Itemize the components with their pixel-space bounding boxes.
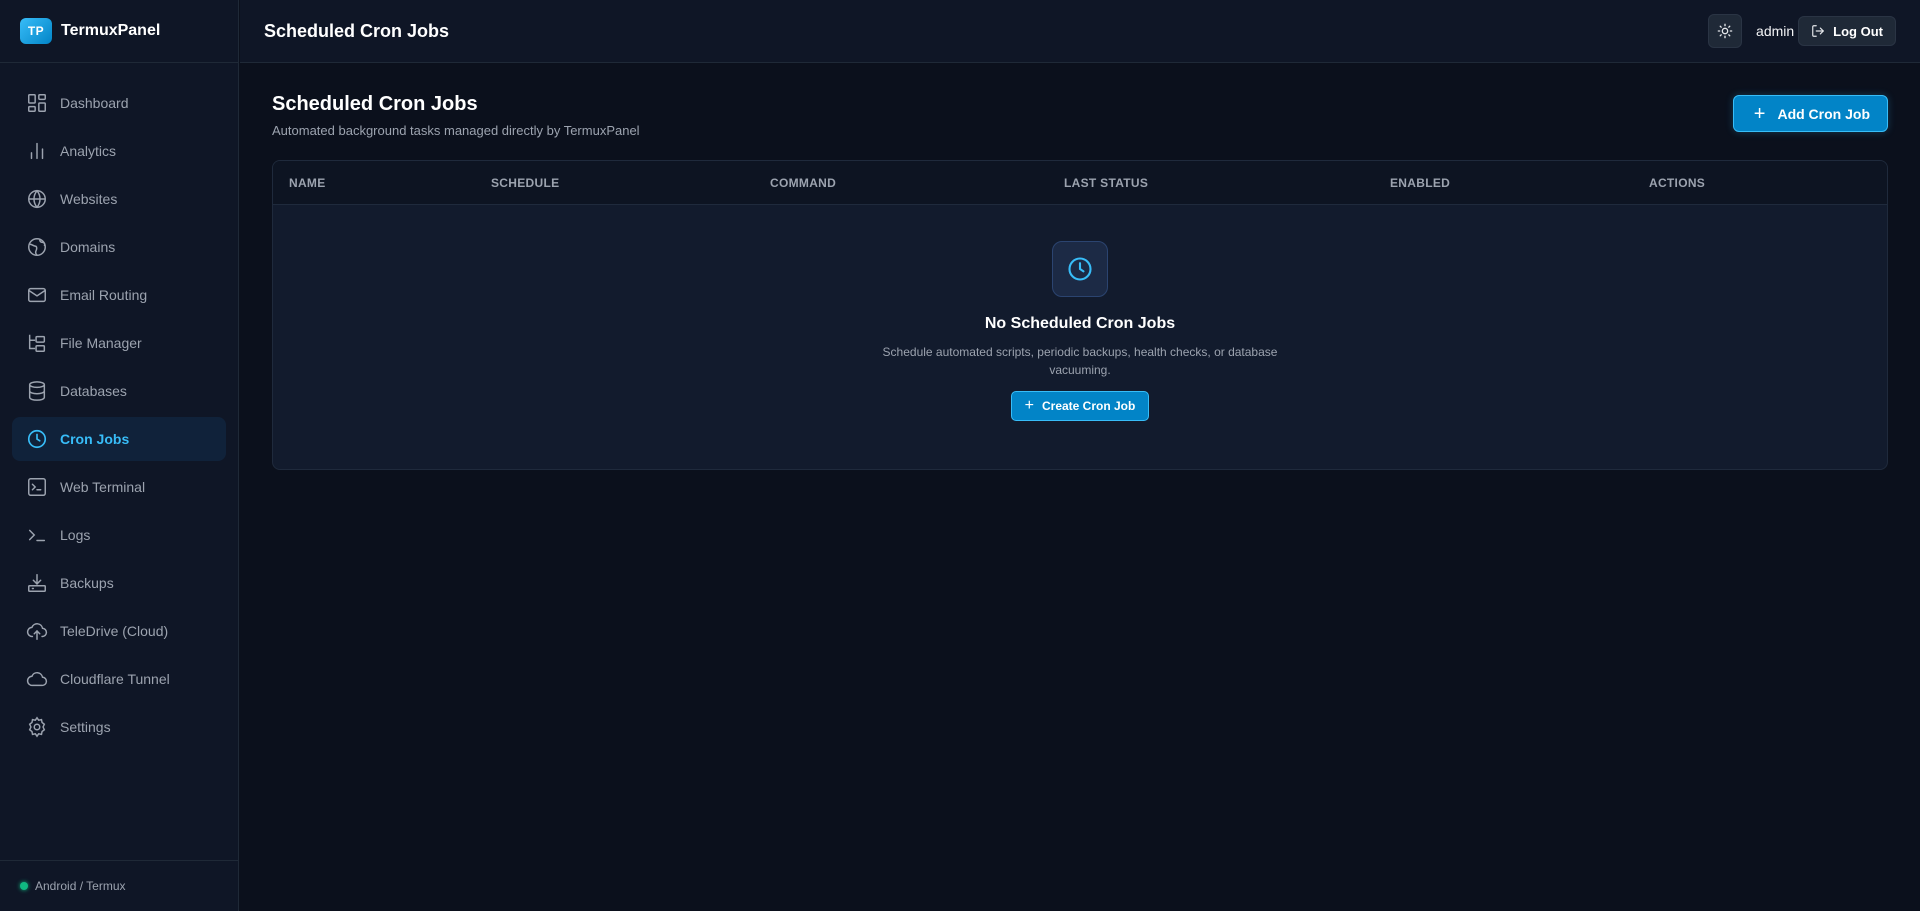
brand-logo: TP — [20, 18, 52, 44]
sidebar-item-label: Settings — [60, 719, 111, 735]
page-header: Scheduled Cron Jobs Automated background… — [272, 63, 1888, 160]
sidebar-item-teledrive[interactable]: TeleDrive (Cloud) — [12, 609, 226, 653]
database-icon — [28, 381, 46, 401]
page-title: Scheduled Cron Jobs — [272, 93, 478, 115]
topbar-actions: admin Log Out — [1708, 14, 1896, 48]
sidebar-item-label: Logs — [60, 527, 91, 543]
cron-jobs-table: NAME SCHEDULE COMMAND LAST STATUS ENABLE… — [272, 160, 1888, 470]
sidebar-nav: Dashboard Analytics Websites Domains Ema… — [0, 63, 238, 749]
sidebar-item-label: Email Routing — [60, 287, 148, 303]
sidebar-item-databases[interactable]: Databases — [12, 369, 226, 413]
table-header: NAME SCHEDULE COMMAND LAST STATUS ENABLE… — [273, 161, 1887, 205]
add-cron-job-button[interactable]: + Add Cron Job — [1732, 95, 1888, 132]
sidebar-item-label: Websites — [60, 191, 118, 207]
logout-icon — [1812, 25, 1825, 37]
sidebar-item-settings[interactable]: Settings — [12, 705, 226, 749]
dashboard-icon — [28, 94, 46, 112]
sun-icon — [1717, 23, 1733, 39]
sidebar-item-label: Cloudflare Tunnel — [60, 671, 170, 687]
sidebar-item-label: Dashboard — [60, 95, 129, 111]
sidebar-item-cloudflare-tunnel[interactable]: Cloudflare Tunnel — [12, 657, 226, 701]
column-header-name: NAME — [289, 176, 326, 190]
plus-icon: + — [1753, 102, 1766, 125]
clock-icon — [1068, 257, 1092, 281]
sidebar-item-label: Backups — [60, 575, 114, 591]
sidebar-item-logs[interactable]: Logs — [12, 513, 226, 557]
sidebar-item-label: Web Terminal — [60, 479, 146, 495]
empty-state: No Scheduled Cron Jobs Schedule automate… — [273, 205, 1887, 469]
topbar-title: Scheduled Cron Jobs — [264, 20, 450, 41]
sidebar-item-label: Cron Jobs — [60, 431, 130, 447]
topbar: Scheduled Cron Jobs admin Log Out — [240, 0, 1920, 63]
gear-icon — [28, 716, 46, 738]
column-header-schedule: SCHEDULE — [491, 176, 560, 190]
status-indicator — [20, 882, 28, 890]
column-header-actions: ACTIONS — [1649, 176, 1706, 190]
sidebar-item-file-manager[interactable]: File Manager — [12, 321, 226, 365]
sidebar-item-label: Domains — [60, 239, 116, 255]
status-text: Android / Termux — [35, 879, 126, 893]
cloud-icon — [26, 671, 48, 687]
bar-chart-icon — [30, 142, 44, 160]
sidebar-item-domains[interactable]: Domains — [12, 225, 226, 269]
plus-icon: + — [1024, 397, 1034, 414]
logout-label: Log Out — [1833, 23, 1883, 39]
column-header-enabled: ENABLED — [1390, 176, 1451, 190]
create-cron-job-button[interactable]: + Create Cron Job — [1010, 391, 1150, 421]
globe-network-icon — [28, 238, 46, 256]
sidebar-item-label: Databases — [60, 383, 127, 399]
sidebar-item-analytics[interactable]: Analytics — [12, 129, 226, 173]
system-status: Android / Termux — [0, 860, 239, 911]
folder-tree-icon — [28, 334, 46, 352]
sidebar-item-label: File Manager — [60, 335, 142, 351]
sidebar-item-web-terminal[interactable]: Web Terminal — [12, 465, 226, 509]
page-subtitle: Automated background tasks managed direc… — [272, 123, 640, 138]
sidebar-item-email-routing[interactable]: Email Routing — [12, 273, 226, 317]
sidebar-item-backups[interactable]: Backups — [12, 561, 226, 605]
column-header-last-status: LAST STATUS — [1064, 176, 1149, 190]
user-name: admin — [1756, 23, 1795, 39]
cloud-upload-icon — [26, 623, 48, 640]
column-header-command: COMMAND — [770, 176, 837, 190]
logout-button[interactable]: Log Out — [1798, 16, 1896, 46]
clock-icon — [27, 429, 47, 449]
theme-toggle-button[interactable] — [1708, 14, 1743, 48]
sidebar-item-dashboard[interactable]: Dashboard — [12, 81, 226, 125]
terminal-prompt-icon — [28, 529, 46, 542]
sidebar-item-label: TeleDrive (Cloud) — [60, 623, 169, 639]
brand[interactable]: TP TermuxPanel — [0, 0, 238, 63]
brand-name: TermuxPanel — [61, 22, 161, 39]
sidebar-item-label: Analytics — [60, 143, 117, 159]
terminal-square-icon — [28, 478, 46, 496]
empty-state-description: Schedule automated scripts, periodic bac… — [882, 345, 1278, 377]
empty-state-title: No Scheduled Cron Jobs — [984, 315, 1176, 332]
main-content: Scheduled Cron Jobs Automated background… — [272, 63, 1888, 470]
download-icon — [28, 574, 46, 592]
create-cron-job-label: Create Cron Job — [1041, 399, 1136, 413]
add-cron-job-label: Add Cron Job — [1777, 105, 1870, 122]
empty-state-icon-box — [1052, 241, 1108, 297]
sidebar-item-cron-jobs[interactable]: Cron Jobs — [12, 417, 226, 461]
globe-icon — [28, 189, 46, 209]
mail-icon — [28, 287, 46, 303]
sidebar: TP TermuxPanel Dashboard Analytics Websi… — [0, 0, 239, 911]
sidebar-item-websites[interactable]: Websites — [12, 177, 226, 221]
